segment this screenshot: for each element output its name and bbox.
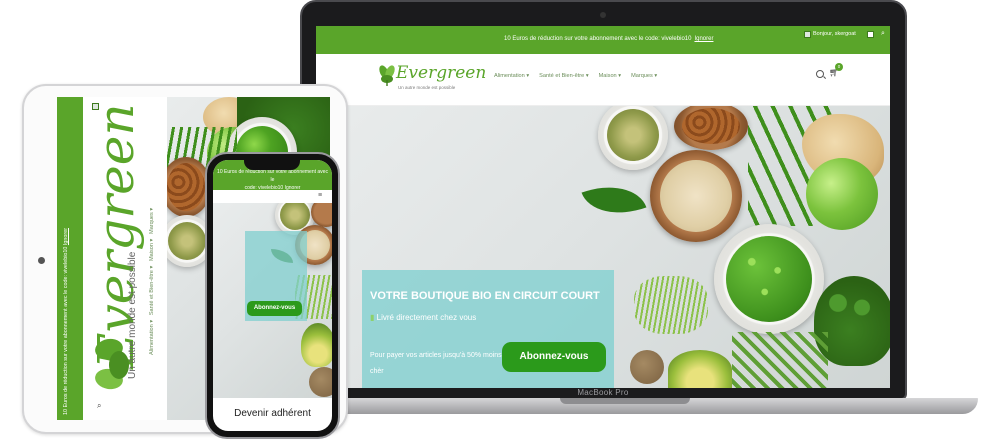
hero-text: Pour payer vos articles jusqu'à 50% moin… xyxy=(370,352,502,375)
promo-ignore-link[interactable]: Ignorer xyxy=(694,36,713,42)
ipad-promo-text: 10 Euros de réduction sur votre abonneme… xyxy=(63,227,69,415)
header-search-icon[interactable] xyxy=(816,70,824,78)
spinach-leaf xyxy=(581,173,647,227)
walnut xyxy=(630,350,664,384)
sprouts xyxy=(634,276,708,334)
iphone-hero: Abonnez-vous xyxy=(213,203,332,398)
macbook-screen: 10 Euros de réduction sur votre abonneme… xyxy=(316,26,890,388)
pumpkin-seed-bowl xyxy=(598,106,668,170)
account-icon[interactable] xyxy=(867,31,874,38)
menu-item-maison[interactable]: Maison ▾ xyxy=(599,73,621,79)
site-header: Evergreen Un autre monde est possible Al… xyxy=(316,54,890,106)
become-member-heading: Devenir adhérent xyxy=(234,408,311,419)
ipad-menu-alimentation[interactable]: Alimentation xyxy=(149,324,155,355)
iphone-avocado xyxy=(301,323,332,367)
main-menu: Alimentation ▾ Santé et Bien-être ▾ Mais… xyxy=(494,73,657,79)
asparagus xyxy=(732,332,828,388)
device-label: MacBook Pro xyxy=(577,388,629,397)
hero-banner: VOTRE BOUTIQUE BIO EN CIRCUIT COURT ▮ Li… xyxy=(316,106,890,388)
ipad-ignore-link[interactable]: Ignorer xyxy=(63,228,69,245)
menu-item-alimentation[interactable]: Alimentation ▾ xyxy=(494,73,529,79)
promo-bar: 10 Euros de réduction sur votre abonneme… xyxy=(316,26,890,54)
ipad-menu-marques[interactable]: Marques xyxy=(149,212,155,234)
ipad-home-button xyxy=(38,257,45,264)
logo-tagline: Un autre monde est possible xyxy=(398,85,456,90)
iphone-promo-text: 10 Euros de réduction sur votre abonneme… xyxy=(217,169,328,191)
menu-item-sante[interactable]: Santé et Bien-être ▾ xyxy=(539,73,588,79)
logo-wordmark[interactable]: Evergreen xyxy=(396,63,486,83)
ipad-leaf-logo-icon xyxy=(95,338,129,390)
avocado xyxy=(668,350,732,388)
iphone-walnut xyxy=(309,367,332,397)
menu-item-marques[interactable]: Marques ▾ xyxy=(631,73,657,79)
truck-icon: ▮ xyxy=(370,313,375,322)
ipad-promo-strip: 10 Euros de réduction sur votre abonneme… xyxy=(57,97,83,420)
iphone-ignore-link[interactable]: Ignorer xyxy=(285,185,301,191)
hero-panel: VOTRE BOUTIQUE BIO EN CIRCUIT COURT ▮ Li… xyxy=(362,270,614,388)
macbook-notch xyxy=(560,398,690,404)
ipad-menu-sante[interactable]: Santé et Bien-être xyxy=(149,270,155,315)
leaf-logo-icon[interactable] xyxy=(378,64,396,86)
iphone-almond-bowl xyxy=(311,203,332,227)
apple xyxy=(806,158,878,230)
iphone-notch xyxy=(244,158,300,170)
search-icon[interactable]: ⌕ xyxy=(881,30,885,38)
peas-bowl xyxy=(714,224,824,334)
iphone-screen: 10 Euros de réduction sur votre abonneme… xyxy=(213,160,332,431)
user-menu-icon[interactable] xyxy=(804,31,811,38)
almond-bowl xyxy=(674,106,748,150)
subscribe-button[interactable]: Abonnez-vous xyxy=(502,342,606,372)
ipad-search-icon[interactable]: ⌕ xyxy=(97,401,101,411)
iphone-subscribe-button[interactable]: Abonnez-vous xyxy=(247,301,302,316)
hero-title: VOTRE BOUTIQUE BIO EN CIRCUIT COURT xyxy=(370,290,600,302)
camera-icon xyxy=(600,12,606,18)
cart-count-badge: 0 xyxy=(835,63,843,71)
ipad-menu-maison[interactable]: Maison xyxy=(149,243,155,261)
user-greeting[interactable]: Bonjour, skergoat xyxy=(813,31,856,37)
hero-subtitle: ▮ Livré directement chez vous xyxy=(370,313,477,322)
ipad-main-menu: Alimentation ▾ Santé et Bien-être ▾ Mais… xyxy=(149,207,155,355)
hamburger-menu-icon[interactable]: ≡ xyxy=(318,192,322,199)
quinoa-bowl xyxy=(650,150,742,242)
promo-text: 10 Euros de réduction sur votre abonneme… xyxy=(504,36,714,42)
ipad-logo-tagline: Un autre monde est possible xyxy=(127,251,138,379)
